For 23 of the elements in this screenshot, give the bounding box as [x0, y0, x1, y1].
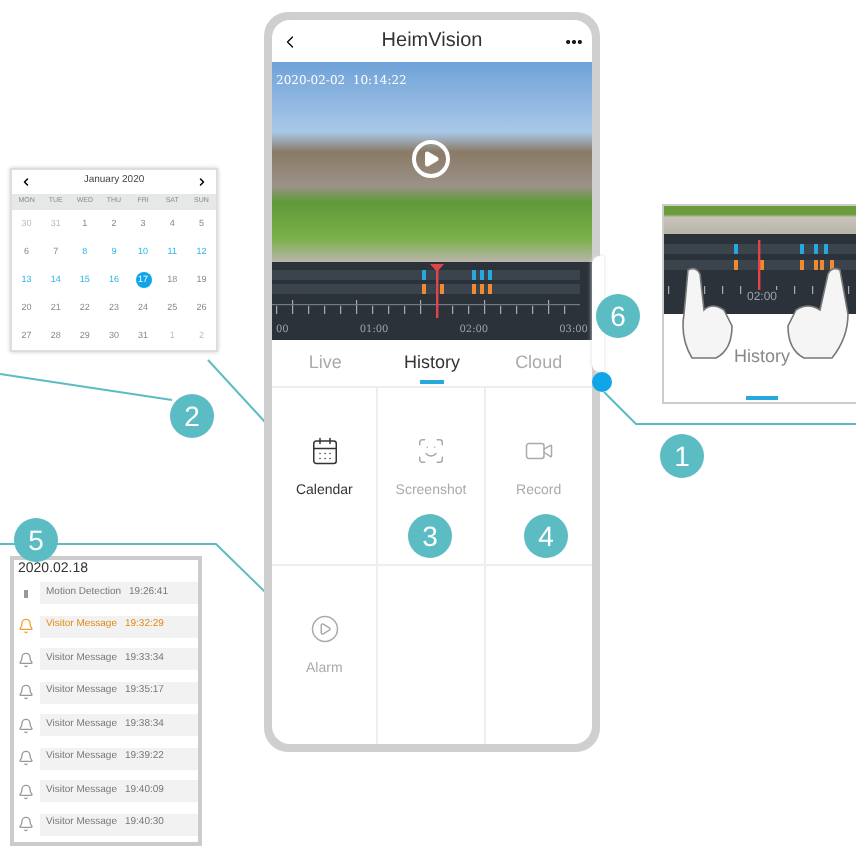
previous-month-icon[interactable] — [20, 176, 32, 188]
bell-icon — [18, 651, 34, 667]
inset-tab-label[interactable]: History — [733, 344, 790, 372]
screenshot-icon[interactable] — [415, 436, 446, 466]
play-button[interactable] — [412, 140, 450, 178]
callout-number: 1 — [660, 434, 704, 478]
tab[interactable]: Cloud — [485, 340, 592, 386]
bell-icon — [18, 816, 34, 832]
callout-number: 5 — [14, 518, 58, 562]
bell-icon — [18, 783, 34, 799]
bell-icon — [18, 618, 34, 634]
callout-number: 6 — [596, 294, 640, 338]
calendar-icon[interactable] — [309, 436, 340, 466]
alarm-icon[interactable] — [309, 614, 340, 644]
next-month-icon[interactable] — [196, 176, 208, 188]
bell-icon — [18, 717, 34, 733]
tab[interactable]: History — [378, 340, 486, 386]
tab[interactable]: Live — [272, 340, 379, 386]
play-icon — [422, 150, 440, 168]
app-title: HeimVision — [381, 28, 483, 56]
callout-number: 2 — [170, 394, 214, 438]
bell-icon — [18, 684, 34, 700]
bell-icon — [18, 750, 34, 766]
